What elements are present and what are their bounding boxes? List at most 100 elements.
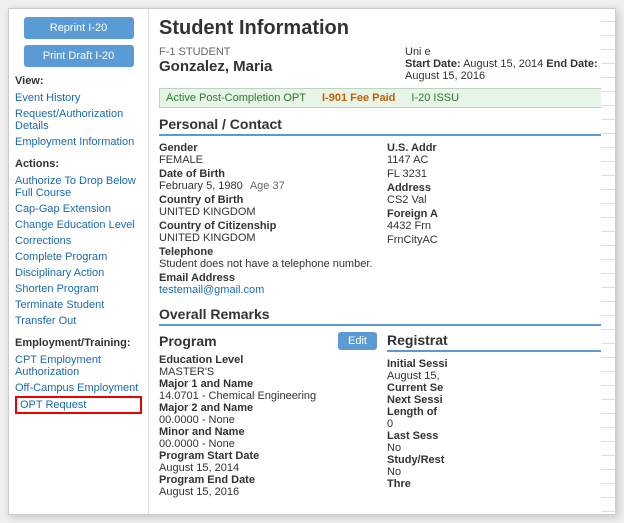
edu-level-value: MASTER'S	[159, 366, 377, 378]
prog-end-label: Program End Date	[159, 474, 377, 486]
age-text: Age 37	[250, 180, 285, 192]
start-label: Start Date:	[405, 58, 461, 70]
state-value: FL 3231	[387, 168, 605, 180]
personal-info-grid: Gender FEMALE Date of Birth February 5, …	[159, 142, 605, 298]
actions-section-label: Actions:	[15, 158, 142, 170]
cob-value: UNITED KINGDOM	[159, 206, 377, 218]
status-opt: Active Post-Completion OPT	[166, 92, 306, 104]
email-block: Email Address testemail@gmail.com	[159, 272, 377, 296]
page-title: Student Information	[159, 17, 605, 40]
view-section-label: View:	[15, 75, 142, 87]
initial-session-label: Initial Sessi	[387, 358, 605, 370]
sidebar-link-event-history[interactable]: Event History	[15, 90, 142, 106]
program-col-left: Program Edit Education Level MASTER'S Ma…	[159, 332, 377, 498]
major2-label: Major 2 and Name	[159, 402, 377, 414]
initial-session-value: August 15,	[387, 370, 605, 382]
program-section: Program Edit Education Level MASTER'S Ma…	[159, 332, 605, 498]
email-value: testemail@gmail.com	[159, 284, 377, 296]
university-partial: Uni e	[405, 46, 605, 58]
prog-start-label: Program Start Date	[159, 450, 377, 462]
coc-block: Country of Citizenship UNITED KINGDOM	[159, 220, 377, 244]
sidebar-link-employment-info[interactable]: Employment Information	[15, 134, 142, 150]
minor-value: 00.0000 - None	[159, 438, 377, 450]
foreign-value: 4432 Frn	[387, 220, 605, 232]
student-type: F-1 STUDENT	[159, 46, 272, 58]
registration-title: Registrat	[387, 332, 605, 352]
status-fee: I-901 Fee Paid	[322, 92, 395, 104]
us-addr-block: U.S. Addr 1147 AC	[387, 142, 605, 166]
us-addr-value: 1147 AC	[387, 154, 605, 166]
coc-value: UNITED KINGDOM	[159, 232, 377, 244]
dates-line: Start Date: August 15, 2014 End Date: Au…	[405, 58, 605, 82]
sidebar-link-terminate[interactable]: Terminate Student	[15, 297, 142, 313]
coc-label: Country of Citizenship	[159, 220, 377, 232]
major2-value: 00.0000 - None	[159, 414, 377, 426]
print-draft-i20-button[interactable]: Print Draft I-20	[24, 45, 134, 67]
edit-button[interactable]: Edit	[338, 332, 377, 350]
program-title: Program	[159, 333, 217, 349]
frn-city-value: FrnCityAC	[387, 234, 605, 246]
personal-contact-title: Personal / Contact	[159, 116, 605, 136]
sidebar-link-change-edu[interactable]: Change Education Level	[15, 217, 142, 233]
current-se-label: Current Se	[387, 382, 605, 394]
addr-label: Address	[387, 182, 605, 194]
end-date: August 15, 2016	[405, 70, 485, 82]
status-i20: I-20 ISSU	[411, 92, 459, 104]
gender-block: Gender FEMALE	[159, 142, 377, 166]
end-label: End Date:	[546, 58, 597, 70]
program-grid: Program Edit Education Level MASTER'S Ma…	[159, 332, 605, 498]
sidebar-link-request-auth[interactable]: Request/Authorization Details	[15, 106, 142, 134]
major1-label: Major 1 and Name	[159, 378, 377, 390]
sidebar-link-shorten[interactable]: Shorten Program	[15, 281, 142, 297]
three-label: Thre	[387, 478, 605, 490]
registration-col: Registrat Initial Sessi August 15, Curre…	[387, 332, 605, 498]
start-date: August 15, 2014	[463, 58, 543, 70]
reprint-i20-button[interactable]: Reprint I-20	[24, 17, 134, 39]
foreign-block: Foreign A 4432 Frn	[387, 208, 605, 232]
sidebar-link-offcampus[interactable]: Off-Campus Employment	[15, 380, 142, 396]
length-label: Length of	[387, 406, 605, 418]
email-label: Email Address	[159, 272, 377, 284]
addr-value: CS2 Val	[387, 194, 605, 206]
prog-end-value: August 15, 2016	[159, 486, 377, 498]
student-name: Gonzalez, Maria	[159, 58, 272, 75]
next-sess-label: Next Sessi	[387, 394, 605, 406]
sidebar-link-authorize-drop[interactable]: Authorize To Drop Below Full Course	[15, 173, 142, 201]
edu-level-label: Education Level	[159, 354, 377, 366]
prog-start-value: August 15, 2014	[159, 462, 377, 474]
sidebar-link-transfer[interactable]: Transfer Out	[15, 313, 142, 329]
sidebar-link-complete-program[interactable]: Complete Program	[15, 249, 142, 265]
cob-block: Country of Birth UNITED KINGDOM	[159, 194, 377, 218]
study-rest-value: No	[387, 466, 605, 478]
gender-label: Gender	[159, 142, 377, 154]
cob-label: Country of Birth	[159, 194, 377, 206]
student-header: F-1 STUDENT Gonzalez, Maria Uni e Start …	[159, 46, 605, 84]
addr-block: Address CS2 Val	[387, 182, 605, 206]
employment-section-label: Employment/Training:	[15, 337, 142, 349]
sidebar-link-cpt[interactable]: CPT Employment Authorization	[15, 352, 142, 380]
main-content: Student Information F-1 STUDENT Gonzalez…	[149, 9, 615, 514]
telephone-label: Telephone	[159, 246, 377, 258]
dob-block: Date of Birth February 5, 1980 Age 37	[159, 168, 377, 192]
length-value: 0	[387, 418, 605, 430]
minor-label: Minor and Name	[159, 426, 377, 438]
telephone-note: Student does not have a telephone number…	[159, 258, 377, 270]
dob-label: Date of Birth	[159, 168, 377, 180]
overall-remarks-title: Overall Remarks	[159, 306, 605, 326]
foreign-label: Foreign A	[387, 208, 605, 220]
telephone-block: Telephone Student does not have a teleph…	[159, 246, 377, 270]
sidebar-link-corrections[interactable]: Corrections	[15, 233, 142, 249]
state-block: FL 3231	[387, 168, 605, 180]
frn-city-block: FrnCityAC	[387, 234, 605, 246]
last-sess-value: No	[387, 442, 605, 454]
us-addr-label: U.S. Addr	[387, 142, 605, 154]
sidebar: Reprint I-20 Print Draft I-20 View: Even…	[9, 9, 149, 514]
sidebar-link-disciplinary[interactable]: Disciplinary Action	[15, 265, 142, 281]
sidebar-link-capgap[interactable]: Cap-Gap Extension	[15, 201, 142, 217]
sidebar-link-opt-request[interactable]: OPT Request	[15, 396, 142, 414]
major1-value: 14.0701 - Chemical Engineering	[159, 390, 377, 402]
last-sess-label: Last Sess	[387, 430, 605, 442]
dob-value: February 5, 1980 Age 37	[159, 180, 377, 192]
gender-value: FEMALE	[159, 154, 377, 166]
study-rest-label: Study/Rest	[387, 454, 605, 466]
